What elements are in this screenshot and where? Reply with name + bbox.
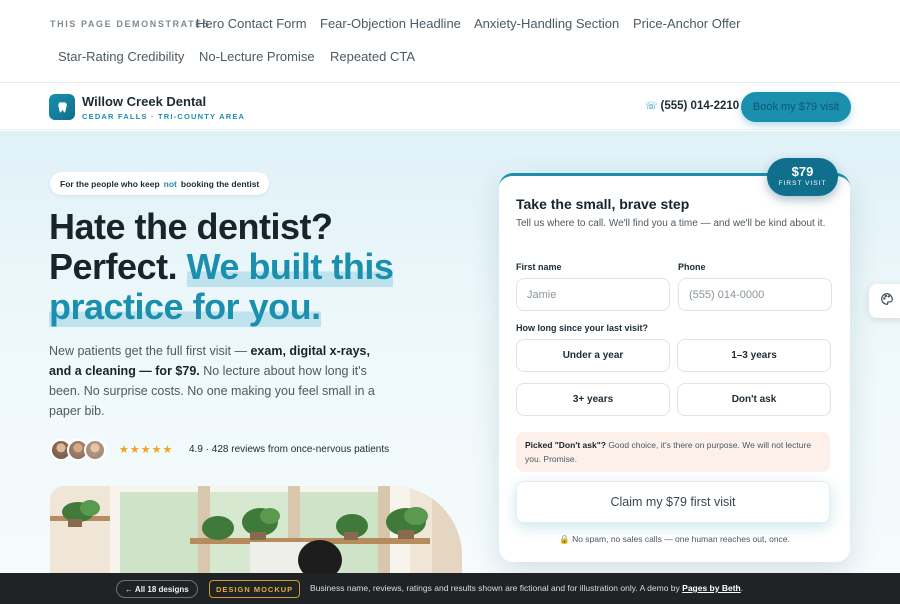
phone-icon: ☏	[645, 101, 658, 112]
lock-icon: 🔒	[559, 534, 570, 544]
all-designs-link[interactable]: ← All 18 designs	[116, 580, 198, 598]
site-header: Willow Creek Dental CEDAR FALLS · TRI-CO…	[0, 84, 900, 130]
star-rating: ★★★★★	[119, 444, 174, 456]
disclaimer-text: Business name, reviews, ratings and resu…	[310, 583, 680, 593]
palette-icon	[880, 292, 894, 311]
eyebrow-accent: not	[163, 178, 177, 189]
hero-headline: Hate the dentist? Perfect. We built this…	[49, 207, 449, 327]
fine-print-text: No spam, no sales calls — one human reac…	[572, 534, 790, 544]
price-badge: $79 FIRST VISIT	[767, 158, 838, 196]
demo-item-star-rating-credibility[interactable]: Star-Rating Credibility	[58, 49, 184, 64]
demo-strip: THIS PAGE DEMONSTRATES Hero Contact Form…	[0, 0, 900, 83]
option-3-plus-years[interactable]: 3+ years	[516, 383, 670, 416]
demo-label: THIS PAGE DEMONSTRATES	[50, 19, 211, 29]
brand-name[interactable]: Willow Creek Dental	[82, 94, 206, 109]
demo-item-price-anchor-offer[interactable]: Price-Anchor Offer	[633, 16, 740, 31]
phone-field[interactable]	[678, 278, 832, 311]
option-dont-ask[interactable]: Don't ask	[677, 383, 831, 416]
demo-item-hero-contact-form[interactable]: Hero Contact Form	[196, 16, 307, 31]
office-photo	[50, 486, 462, 573]
tooth-icon[interactable]	[49, 94, 75, 120]
note-heading: Picked "Don't ask"?	[525, 440, 606, 450]
eyebrow-text-end: booking the dentist	[180, 178, 260, 189]
demo-item-anxiety-handling-section[interactable]: Anxiety-Handling Section	[474, 16, 619, 31]
lede-intro: New patients get the full first visit —	[49, 344, 247, 358]
form-title: Take the small, brave step	[516, 196, 690, 212]
option-under-a-year[interactable]: Under a year	[516, 339, 670, 372]
brand-location: CEDAR FALLS · TRI-COUNTY AREA	[82, 112, 246, 121]
option-1-3-years[interactable]: 1–3 years	[677, 339, 831, 372]
claim-visit-button[interactable]: Claim my $79 first visit	[516, 481, 830, 523]
demo-item-repeated-cta[interactable]: Repeated CTA	[330, 49, 415, 64]
hero-lede: New patients get the full first visit — …	[49, 341, 394, 421]
header-phone-number: (555) 014-2210	[660, 100, 740, 112]
demo-footer-bar: ← All 18 designs DESIGN MOCKUP Business …	[0, 573, 900, 604]
demo-item-fear-objection-headline[interactable]: Fear-Objection Headline	[320, 16, 461, 31]
author-link[interactable]: Pages by Beth	[682, 583, 741, 593]
dont-ask-note: Picked "Don't ask"? Good choice, it's th…	[516, 432, 830, 472]
palette-button[interactable]	[869, 284, 900, 318]
book-visit-button[interactable]: Book my $79 visit	[741, 92, 851, 122]
headline-line-2: Perfect.	[49, 246, 178, 287]
demo-item-no-lecture-promise[interactable]: No-Lecture Promise	[199, 49, 315, 64]
design-mockup-badge: DESIGN MOCKUP	[209, 580, 301, 598]
header-phone-link[interactable]: ☏ (555) 014-2210	[645, 100, 739, 112]
eyebrow-text: For the people who keep	[60, 178, 160, 189]
contact-form-card: Take the small, brave step Tell us where…	[499, 173, 850, 562]
reviewer-avatars	[50, 439, 110, 461]
last-visit-label: How long since your last visit?	[516, 323, 649, 333]
avatar	[84, 439, 106, 461]
form-subtitle: Tell us where to call. We'll find you a …	[516, 218, 826, 229]
badge-price: $79	[791, 164, 814, 179]
first-name-label: First name	[516, 262, 562, 272]
disclaimer-period: .	[740, 583, 744, 593]
disclaimer: Business name, reviews, ratings and resu…	[310, 583, 743, 593]
badge-label: FIRST VISIT	[778, 180, 827, 187]
fine-print: 🔒 No spam, no sales calls — one human re…	[499, 534, 850, 545]
rating-summary: 4.9 · 428 reviews from once-nervous pati…	[189, 444, 390, 455]
eyebrow-pill: For the people who keep not booking the de…	[50, 172, 270, 195]
headline-line-1: Hate the dentist?	[49, 206, 333, 247]
first-name-field[interactable]	[516, 278, 670, 311]
hero-section: For the people who keep not booking the de…	[0, 131, 900, 573]
phone-label: Phone	[678, 262, 706, 272]
